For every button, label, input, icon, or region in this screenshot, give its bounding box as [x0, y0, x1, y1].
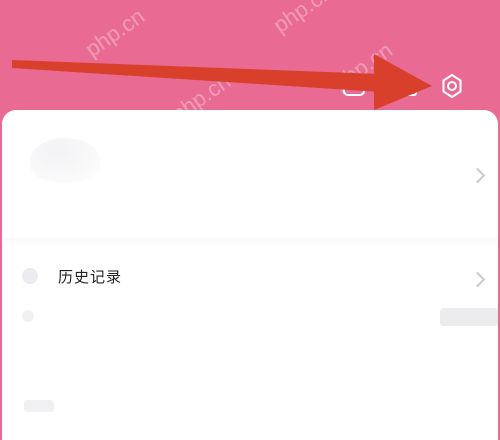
annotation-arrow	[12, 54, 432, 110]
